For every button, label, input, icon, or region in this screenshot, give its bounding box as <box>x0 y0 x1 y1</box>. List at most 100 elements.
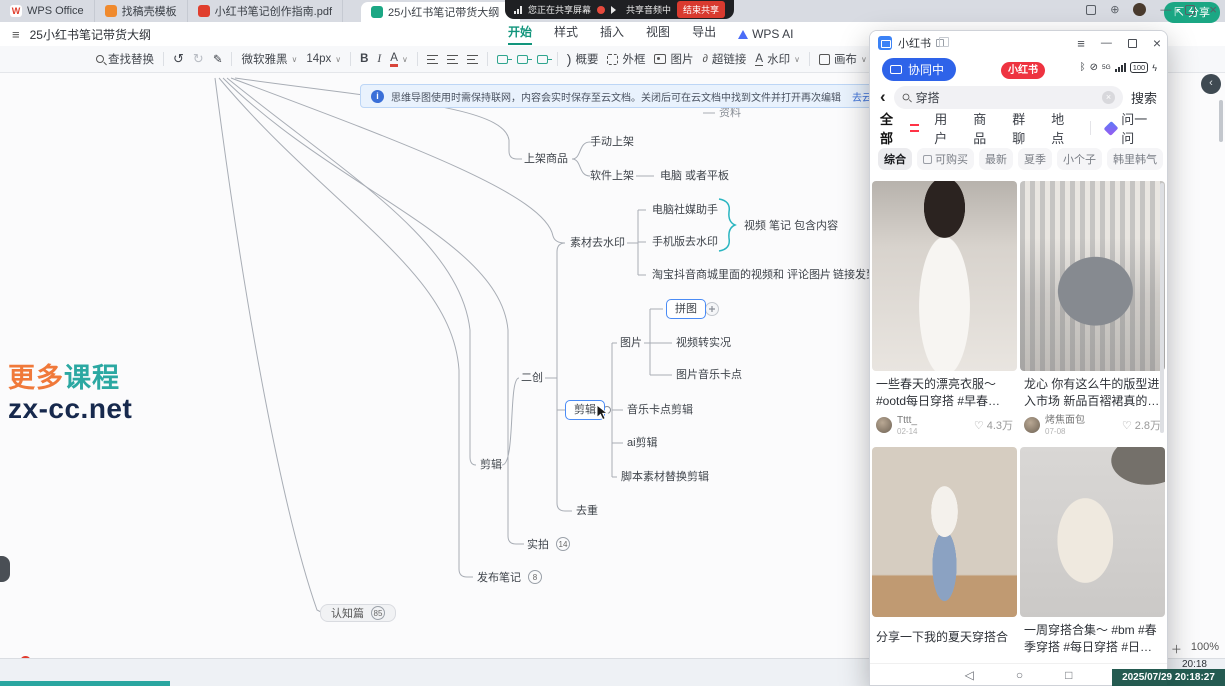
mindmap-node[interactable]: 二创 <box>521 371 543 386</box>
redo-button[interactable]: ↻ <box>193 51 204 67</box>
find-replace-button[interactable]: 查找替换 <box>96 51 154 67</box>
tab-places[interactable]: 地点 <box>1051 109 1075 147</box>
chip-buyable[interactable]: 可购买 <box>917 148 974 170</box>
mindmap-node[interactable]: 去重 <box>576 504 598 519</box>
avatar[interactable] <box>1024 417 1040 433</box>
mindmap-node[interactable]: 电脑社媒助手 <box>652 203 718 218</box>
menu-style[interactable]: 样式 <box>554 23 578 45</box>
menu-insert[interactable]: 插入 <box>600 23 624 45</box>
nav-home-icon[interactable]: ○ <box>1016 668 1023 682</box>
collapse-panel-button[interactable]: ‹ <box>1201 74 1221 94</box>
card-author[interactable]: Tttt_ <box>897 415 917 427</box>
font-color-button[interactable]: A∨ <box>390 52 408 67</box>
mindmap-node[interactable]: 手机版去水印 <box>652 235 718 250</box>
mindmap-node[interactable]: 手动上架 <box>590 135 634 150</box>
mindmap-node[interactable]: 图片 <box>620 336 642 351</box>
align-center-icon[interactable] <box>447 55 458 64</box>
mindmap-node[interactable]: 素材去水印 <box>570 236 625 251</box>
globe-icon[interactable]: ⊕ <box>1110 3 1119 16</box>
minimize-button[interactable]: — <box>1160 4 1171 16</box>
mindmap-node[interactable]: 图片音乐卡点 <box>676 368 742 383</box>
window-minimize-button[interactable]: — <box>1101 37 1112 49</box>
font-size-select[interactable]: 14px∨ <box>306 53 341 65</box>
tab-pdf-guide[interactable]: 小红书笔记创作指南.pdf <box>188 0 343 22</box>
mindmap-node[interactable]: 音乐卡点剪辑 <box>627 403 693 418</box>
nav-back-icon[interactable]: ◁ <box>965 668 974 682</box>
mindmap-node[interactable]: 脚本素材替换剪辑 <box>621 470 709 485</box>
mindmap-node[interactable]: 视频转实况 <box>676 336 731 351</box>
xhs-scrollbar[interactable] <box>1160 183 1164 433</box>
search-button[interactable]: 搜索 <box>1131 88 1157 107</box>
chip-newest[interactable]: 最新 <box>979 148 1013 170</box>
mindmap-node[interactable]: 剪辑 <box>480 458 502 473</box>
close-button[interactable]: × <box>1209 2 1217 17</box>
left-panel-handle[interactable] <box>0 556 10 582</box>
tab-groups[interactable]: 群聊 <box>1012 109 1036 147</box>
window-restore-button[interactable] <box>1128 39 1137 48</box>
window-close-button[interactable]: × <box>1153 35 1161 51</box>
mindmap-node[interactable]: 上架商品 <box>524 152 568 167</box>
menu-view[interactable]: 视图 <box>646 23 670 45</box>
mindmap-node[interactable]: 实拍14 <box>527 537 570 552</box>
tab-template[interactable]: 找稿壳模板 <box>95 0 188 22</box>
feed-card[interactable]: 一周穿搭合集～ #bm #春季穿搭 #每日穿搭 #日… <box>1020 447 1165 659</box>
hamburger-menu-icon[interactable]: ≡ <box>12 27 20 42</box>
xhs-window-titlebar[interactable]: 小红书 ≡ — × <box>870 31 1167 55</box>
mindmap-node[interactable]: 淘宝抖音商城里面的视频和 评论图片 <box>652 268 831 283</box>
tab-wps-home[interactable]: WWPS Office <box>0 0 95 22</box>
hyperlink-button[interactable]: ∂超链接 <box>702 51 746 67</box>
undo-button[interactable]: ↺ <box>173 51 184 67</box>
filter-icon[interactable] <box>910 124 919 132</box>
mindmap-node[interactable]: 软件上架 <box>590 169 634 184</box>
zoom-controls[interactable]: ＋ 100% <box>1171 641 1219 657</box>
mindmap-node[interactable]: ai剪辑 <box>627 436 658 451</box>
menu-export[interactable]: 导出 <box>692 23 716 45</box>
tab-ask[interactable]: 问一问 <box>1106 109 1157 147</box>
vertical-scrollbar[interactable] <box>1219 100 1223 142</box>
bold-button[interactable]: B <box>360 53 368 65</box>
layout-icon[interactable] <box>1086 5 1096 15</box>
insert-sibling-icon[interactable] <box>537 55 548 64</box>
summary-button[interactable]: )概要 <box>567 51 599 67</box>
tab-users[interactable]: 用户 <box>934 109 958 147</box>
card-author[interactable]: 烤焦面包 <box>1045 415 1085 427</box>
search-input[interactable]: 穿搭 × <box>894 86 1123 109</box>
image-button[interactable]: 图片 <box>654 51 693 67</box>
clear-search-icon[interactable]: × <box>1102 91 1115 104</box>
tab-goods[interactable]: 商品 <box>973 109 997 147</box>
feed-card[interactable]: 一些春天的漂亮衣服～ #ootd每日穿搭 #早春… Tttt_02-14 ♡4.… <box>872 181 1017 438</box>
align-right-icon[interactable] <box>467 55 478 64</box>
mindmap-node[interactable]: 认知篇85 <box>320 604 396 622</box>
mindmap-node[interactable]: 视频 笔记 包含内容 <box>744 219 838 234</box>
mindmap-node[interactable]: 发布笔记8 <box>477 570 542 585</box>
frame-button[interactable]: 外框 <box>607 51 645 67</box>
mindmap-node[interactable]: 电脑 或者平板 <box>660 169 729 184</box>
like-count[interactable]: ♡4.3万 <box>974 417 1013 433</box>
tab-all[interactable]: 全部 <box>880 109 904 147</box>
feed-card[interactable]: 分享一下我的夏天穿搭合 <box>872 447 1017 648</box>
mindmap-node-selected[interactable]: 拼图 <box>666 299 706 319</box>
zoom-in-button[interactable]: ＋ <box>1171 641 1182 657</box>
chip-summer[interactable]: 夏季 <box>1018 148 1052 170</box>
nav-recents-icon[interactable]: □ <box>1065 668 1072 682</box>
menu-start[interactable]: 开始 <box>508 23 532 45</box>
chip-petite[interactable]: 小个子 <box>1057 148 1102 170</box>
avatar[interactable] <box>1133 3 1146 16</box>
align-left-icon[interactable] <box>427 55 438 64</box>
window-menu-icon[interactable]: ≡ <box>1077 36 1085 51</box>
chip-general[interactable]: 综合 <box>878 148 912 170</box>
xiaohongshu-mirror-window[interactable]: 小红书 ≡ — × 协同中 小红书 ᛒ ⊘ 5G 100 ϟ ‹ 穿搭 × 搜索… <box>869 30 1168 686</box>
canvas-button[interactable]: 画布∨ <box>819 51 867 67</box>
menu-wps-ai[interactable]: WPS AI <box>738 23 793 45</box>
insert-topic-icon[interactable] <box>497 55 508 64</box>
watermark-button[interactable]: A水印∨ <box>755 51 800 67</box>
font-family-select[interactable]: 微软雅黑∨ <box>241 51 297 67</box>
avatar[interactable] <box>876 417 892 433</box>
feed-card[interactable]: 龙心 你有这么牛的版型进入市场 新品百褶裙真的… 烤焦面包07-08 ♡2.8万 <box>1020 181 1165 438</box>
restore-button[interactable] <box>1185 5 1195 15</box>
collab-status-pill[interactable]: 协同中 <box>882 58 956 81</box>
italic-button[interactable]: I <box>377 53 381 65</box>
tab-mindmap-active[interactable]: 25小红书笔记带货大纲× <box>361 2 520 22</box>
like-count[interactable]: ♡2.8万 <box>1122 417 1161 433</box>
mindmap-node-clipped[interactable]: 资料 <box>719 106 741 121</box>
